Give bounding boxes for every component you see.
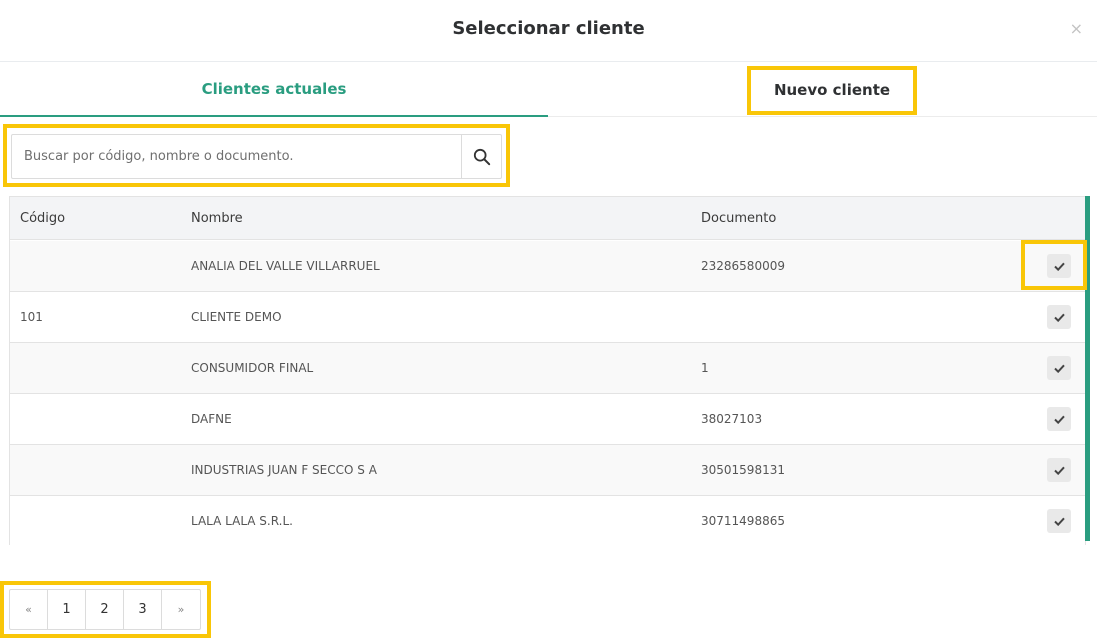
pagination-prev[interactable]: « <box>10 590 48 629</box>
pagination-next[interactable]: » <box>162 590 200 629</box>
table-row: LALA LALA S.R.L. 30711498865 <box>10 496 1085 547</box>
cell-name: DAFNE <box>191 412 232 426</box>
check-icon <box>1053 415 1065 424</box>
pagination: « 1 2 3 » <box>9 589 201 630</box>
select-client-button[interactable] <box>1047 458 1071 482</box>
cell-document: 23286580009 <box>701 259 785 273</box>
search-icon <box>473 148 490 165</box>
table-header: Código Nombre Documento <box>10 197 1085 240</box>
select-client-button[interactable] <box>1047 305 1071 329</box>
search-button[interactable] <box>461 135 501 178</box>
table-row: ANALIA DEL VALLE VILLARRUEL 23286580009 <box>10 241 1085 292</box>
header-code: Código <box>20 211 66 226</box>
cell-document: 30711498865 <box>701 514 785 528</box>
pagination-page-2[interactable]: 2 <box>86 590 124 629</box>
check-icon <box>1053 262 1065 271</box>
cell-name: CLIENTE DEMO <box>191 310 282 324</box>
table-row: CONSUMIDOR FINAL 1 <box>10 343 1085 394</box>
cell-name: INDUSTRIAS JUAN F SECCO S A <box>191 463 377 477</box>
modal-header: Seleccionar cliente × <box>0 0 1097 62</box>
search-group <box>11 134 502 179</box>
cell-code: 101 <box>20 310 43 324</box>
select-client-button[interactable] <box>1047 509 1071 533</box>
pagination-page-1[interactable]: 1 <box>48 590 86 629</box>
check-icon <box>1053 364 1065 373</box>
cell-document: 1 <box>701 361 709 375</box>
cell-document: 30501598131 <box>701 463 785 477</box>
tab-new-client[interactable]: Nuevo cliente <box>751 70 913 111</box>
table-row: 101 CLIENTE DEMO <box>10 292 1085 343</box>
check-icon <box>1053 517 1065 526</box>
search-input[interactable] <box>12 135 463 178</box>
table-row: DAFNE 38027103 <box>10 394 1085 445</box>
select-client-button[interactable] <box>1047 407 1071 431</box>
check-icon <box>1053 313 1065 322</box>
cell-name: ANALIA DEL VALLE VILLARRUEL <box>191 259 380 273</box>
close-icon[interactable]: × <box>1070 19 1083 38</box>
cell-name: LALA LALA S.R.L. <box>191 514 293 528</box>
header-name: Nombre <box>191 211 243 226</box>
select-client-button[interactable] <box>1047 356 1071 380</box>
cell-document: 38027103 <box>701 412 763 426</box>
scrollbar[interactable] <box>1085 196 1090 541</box>
check-icon <box>1053 466 1065 475</box>
clients-table: Código Nombre Documento ANALIA DEL VALLE… <box>9 196 1086 547</box>
client-tabs: Clientes actuales Nuevo cliente <box>0 63 1097 117</box>
new-client-highlight: Nuevo cliente <box>747 66 917 115</box>
header-document: Documento <box>701 211 777 226</box>
cell-name: CONSUMIDOR FINAL <box>191 361 314 375</box>
modal-title: Seleccionar cliente <box>452 18 645 39</box>
table-row: INDUSTRIAS JUAN F SECCO S A 30501598131 <box>10 445 1085 496</box>
pagination-page-3[interactable]: 3 <box>124 590 162 629</box>
select-client-button[interactable] <box>1047 254 1071 278</box>
tab-current-clients[interactable]: Clientes actuales <box>0 63 548 117</box>
